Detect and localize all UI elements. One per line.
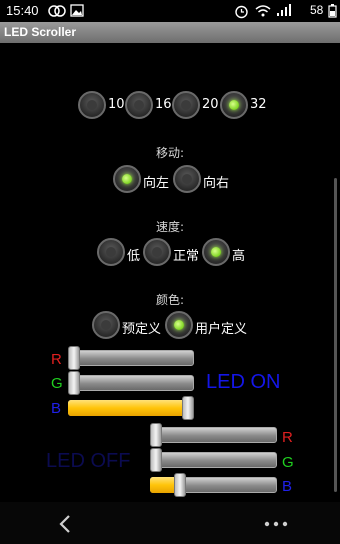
app-title-bar: LED Scroller [0, 22, 340, 43]
led-on-preview: LED ON [206, 371, 281, 393]
wifi-icon [255, 5, 271, 17]
direction-header: 移动: [156, 146, 185, 160]
speed-low-label: 低 [127, 249, 141, 264]
on-green-label: G [51, 375, 63, 392]
size-32-radio[interactable] [220, 91, 248, 119]
size-10-radio[interactable] [78, 91, 106, 119]
speed-high-radio[interactable] [202, 238, 230, 266]
color-custom-label: 用户定义 [195, 322, 248, 337]
slider-thumb[interactable] [68, 371, 80, 395]
slider-fill [68, 400, 188, 416]
slider-thumb[interactable] [150, 423, 162, 447]
radio-indicator-icon [152, 247, 162, 257]
radio-indicator-icon [181, 100, 191, 110]
off-red-label: R [282, 429, 293, 446]
direction-left-label: 向左 [143, 176, 170, 191]
chat-bubbles-icon [48, 5, 66, 17]
battery-icon [328, 4, 337, 18]
alarm-icon [235, 5, 248, 19]
off-blue-label: B [282, 478, 293, 495]
radio-indicator-icon [122, 174, 132, 184]
size-32-label: 32 [250, 97, 267, 112]
on-blue-label: B [51, 400, 62, 417]
size-20-label: 20 [202, 97, 219, 112]
radio-indicator-icon [174, 320, 184, 330]
speed-low-radio[interactable] [97, 238, 125, 266]
signal-icon [277, 4, 291, 16]
on-red-label: R [51, 351, 62, 368]
slider-thumb[interactable] [174, 473, 186, 497]
speed-header: 速度: [156, 220, 185, 234]
speed-high-label: 高 [232, 249, 246, 264]
slider-track[interactable] [68, 350, 194, 366]
slider-track[interactable] [68, 375, 194, 391]
direction-left-radio[interactable] [113, 165, 141, 193]
off-green-label: G [282, 454, 294, 471]
radio-indicator-icon [87, 100, 97, 110]
radio-indicator-icon [134, 100, 144, 110]
radio-indicator-icon [106, 247, 116, 257]
size-16-radio[interactable] [125, 91, 153, 119]
radio-indicator-icon [229, 100, 239, 110]
size-20-radio[interactable] [172, 91, 200, 119]
back-icon[interactable] [58, 514, 72, 534]
color-predefined-label: 预定义 [122, 322, 162, 337]
slider-thumb[interactable] [68, 346, 80, 370]
radio-indicator-icon [211, 247, 221, 257]
more-icon[interactable] [264, 521, 288, 527]
size-16-label: 16 [155, 97, 172, 112]
slider-track[interactable] [150, 427, 277, 443]
scrollbar[interactable] [334, 178, 337, 492]
status-time: 15:40 [6, 3, 39, 18]
direction-right-radio[interactable] [173, 165, 201, 193]
app-title: LED Scroller [4, 25, 77, 39]
size-10-label: 10 [108, 97, 125, 112]
direction-right-label: 向右 [203, 176, 230, 191]
radio-indicator-icon [101, 320, 111, 330]
color-predefined-radio[interactable] [92, 311, 120, 339]
color-custom-radio[interactable] [165, 311, 193, 339]
slider-thumb[interactable] [182, 396, 194, 420]
speed-normal-label: 正常 [173, 249, 200, 264]
navigation-bar [0, 502, 340, 544]
led-off-preview: LED OFF [46, 450, 131, 472]
battery-level: 58 [310, 3, 324, 17]
speed-normal-radio[interactable] [143, 238, 171, 266]
slider-track[interactable] [150, 452, 277, 468]
radio-indicator-icon [182, 174, 192, 184]
status-bar: 15:40 58 [0, 0, 340, 22]
slider-thumb[interactable] [150, 448, 162, 472]
gallery-icon [70, 4, 84, 17]
color-header: 颜色: [156, 293, 185, 307]
